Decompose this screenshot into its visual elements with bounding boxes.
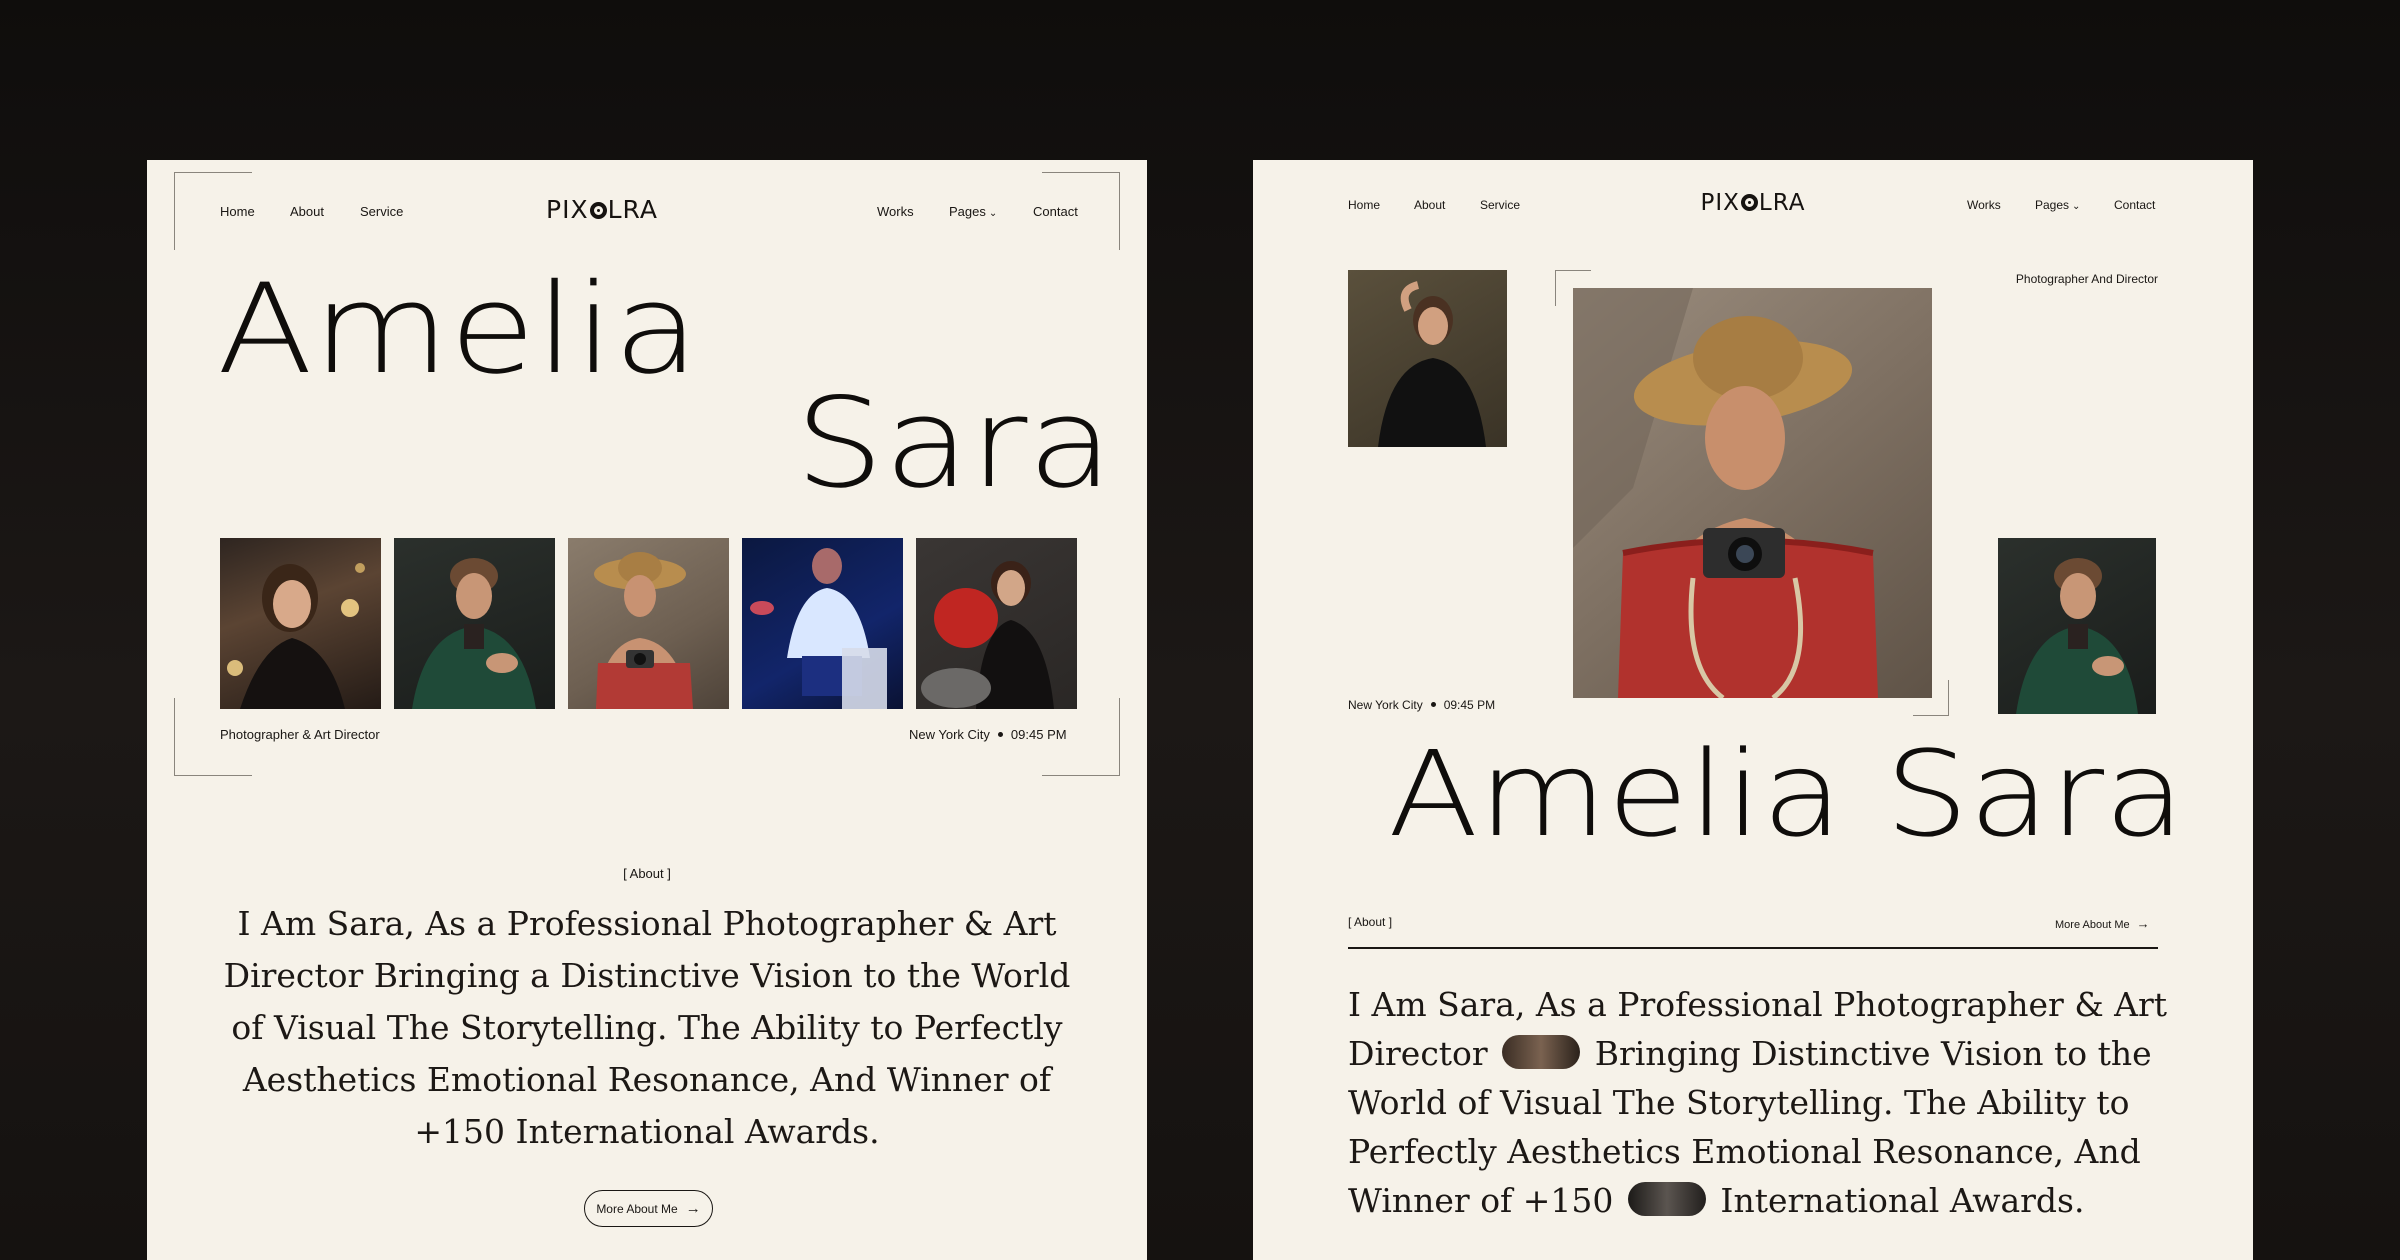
woman-red-feathers-photo — [921, 561, 1054, 709]
woman-hat-camera-photo — [1573, 288, 1878, 698]
local-time: 09:45 PM — [1443, 698, 1496, 712]
about-section-tag: [ About ] — [623, 866, 671, 881]
aperture-icon — [589, 202, 607, 219]
nav-about-link[interactable]: About — [1414, 198, 1445, 212]
brand-logo[interactable]: PIX LRA — [1691, 190, 1815, 216]
side-photo-top-left[interactable] — [1348, 270, 1507, 447]
location-time: New York City 09:45 PM — [1348, 698, 1495, 712]
section-divider — [1348, 947, 2158, 949]
nav-pages-dropdown[interactable]: Pages ⌄ — [949, 204, 997, 219]
man-green-suit-photo — [412, 558, 536, 709]
nav-works-link[interactable]: Works — [1967, 198, 2001, 212]
woman-black-top-photo — [1378, 281, 1486, 447]
nav-works-link[interactable]: Works — [877, 204, 914, 219]
nav-pages-label: Pages — [949, 204, 986, 219]
hero-full-name: Amelia Sara — [1388, 725, 2186, 863]
chevron-down-icon: ⌄ — [2072, 201, 2081, 212]
logo-text-start: PIX — [1700, 190, 1740, 216]
portfolio-photo-4[interactable] — [742, 538, 903, 709]
nav-service-link[interactable]: Service — [360, 204, 403, 219]
side-photo-bottom-right[interactable] — [1998, 538, 2156, 714]
separator-dot — [1430, 702, 1436, 707]
location-city: New York City — [1348, 698, 1423, 712]
landing-page-variant-b: Home About Service PIX LRA Works Pages ⌄ C… — [1253, 160, 2253, 1260]
aperture-icon — [1740, 194, 1758, 211]
local-time: 09:45 PM — [1010, 727, 1067, 742]
arrow-right-icon: → — [685, 1200, 701, 1217]
about-paragraph-part-3: International Awards. — [1720, 1181, 2085, 1220]
nav-service-link[interactable]: Service — [1480, 198, 1520, 212]
hero-role-text: Photographer & Art Director — [220, 727, 380, 742]
more-about-me-label: More About Me — [596, 1201, 678, 1216]
location-city: New York City — [909, 727, 990, 742]
inline-photo-pill-1 — [1502, 1035, 1581, 1069]
separator-dot — [997, 732, 1003, 737]
more-about-me-label: More About Me — [2055, 919, 2130, 931]
hero-role-text: Photographer And Director — [2015, 272, 2158, 286]
nav-contact-link[interactable]: Contact — [2114, 198, 2155, 212]
nav-about-link[interactable]: About — [290, 204, 324, 219]
portfolio-photo-1[interactable] — [220, 538, 381, 709]
man-green-suit-photo — [2016, 558, 2138, 714]
woman-with-lights-photo — [227, 563, 365, 709]
chevron-down-icon: ⌄ — [988, 208, 998, 219]
hero-first-name: Amelia — [217, 258, 700, 402]
nav-home-link[interactable]: Home — [220, 204, 255, 219]
nav-contact-link[interactable]: Contact — [1033, 204, 1078, 219]
location-time: New York City 09:45 PM — [909, 727, 1067, 742]
inline-photo-pill-2 — [1627, 1182, 1706, 1216]
nav-pages-dropdown[interactable]: Pages ⌄ — [2035, 198, 2080, 212]
more-about-me-link[interactable]: More About Me → — [2055, 916, 2150, 931]
portfolio-photo-5[interactable] — [916, 538, 1077, 709]
arrow-right-icon: → — [2136, 916, 2150, 931]
about-paragraph: I Am Sara, As a Professional Photographe… — [223, 904, 1071, 1151]
nav-home-link[interactable]: Home — [1348, 198, 1380, 212]
man-blue-light-photo — [750, 548, 887, 709]
about-section-tag: [ About ] — [1348, 915, 1393, 929]
nav-pages-label: Pages — [2035, 198, 2070, 212]
logo-text-end: LRA — [607, 195, 658, 224]
main-portrait-photo[interactable] — [1573, 288, 1932, 698]
portfolio-photo-3[interactable] — [568, 538, 729, 709]
more-about-me-button[interactable]: More About Me → — [584, 1190, 713, 1227]
about-paragraph: I Am Sara, As a Professional Photographe… — [1348, 980, 2173, 1225]
portfolio-photo-2[interactable] — [394, 538, 555, 709]
brand-logo[interactable]: PIX LRA — [540, 195, 664, 224]
hero-last-name: Sara — [795, 372, 1114, 516]
landing-page-variant-a: Home About Service PIX LRA Works Pages ⌄ C… — [147, 160, 1147, 1260]
logo-text-start: PIX — [546, 195, 589, 224]
logo-text-end: LRA — [1758, 190, 1806, 216]
woman-hat-camera-photo — [594, 552, 693, 709]
